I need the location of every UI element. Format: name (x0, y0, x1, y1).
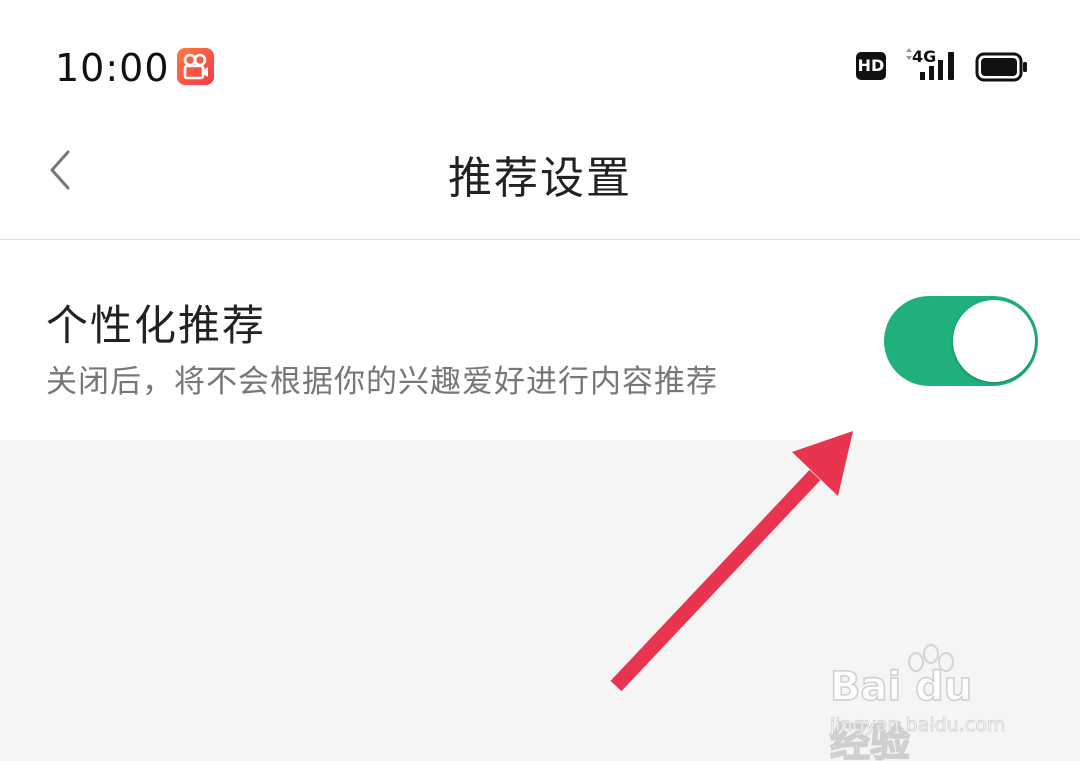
watermark-brand: Bai du 经验 (829, 663, 973, 761)
screen: 10:00 HD 4G 推荐设置 个性化推荐 关闭后，将不会根据你的兴趣爱好进行… (0, 0, 1080, 761)
status-bar: 10:00 HD 4G (0, 0, 1080, 120)
personalized-recommendation-toggle[interactable] (884, 296, 1038, 386)
hd-badge: HD (856, 52, 886, 80)
nav-header: 推荐设置 (0, 120, 1080, 240)
watermark: Bai du 经验 jingyan.baidu.com (826, 644, 1026, 761)
setting-description: 关闭后，将不会根据你的兴趣爱好进行内容推荐 (46, 364, 718, 400)
setting-title: 个性化推荐 (46, 301, 267, 350)
watermark-url: jingyan.baidu.com (830, 714, 1006, 737)
setting-row-personalized-recommendation: 个性化推荐 关闭后，将不会根据你的兴趣爱好进行内容推荐 (0, 240, 1080, 440)
video-camera-app-icon (177, 48, 214, 85)
network-type-label: 4G (912, 47, 937, 66)
battery-icon (975, 52, 1029, 86)
page-title: 推荐设置 (448, 153, 632, 204)
toggle-knob (953, 300, 1035, 382)
status-time: 10:00 (55, 46, 170, 90)
